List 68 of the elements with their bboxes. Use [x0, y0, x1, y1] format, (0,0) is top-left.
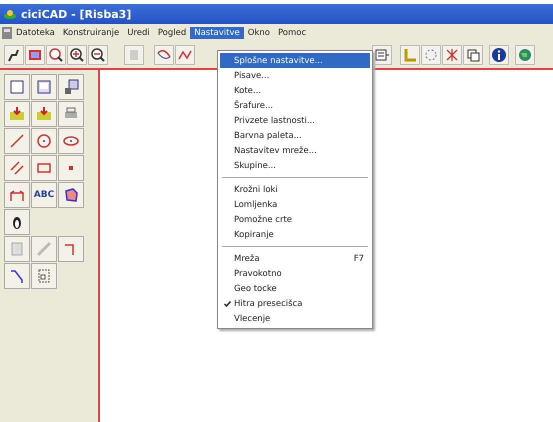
menu-option[interactable]: Mreža F7 — [220, 251, 370, 266]
globe-icon — [517, 47, 533, 63]
tool-button[interactable] — [4, 209, 30, 235]
hatched-polygon-icon — [63, 187, 79, 203]
text-tool-button[interactable]: ABC — [31, 182, 57, 208]
list-icon — [374, 47, 390, 63]
point-icon — [69, 166, 73, 170]
tool-button[interactable] — [4, 263, 30, 289]
zoom-icon — [48, 47, 64, 63]
page-setup-icon — [63, 79, 79, 95]
menu-item[interactable]: Nastavitve — [190, 27, 244, 39]
menu-item[interactable]: Pogled — [154, 27, 190, 39]
menu-option[interactable]: Splošne nastavitve... — [220, 53, 370, 68]
corner-icon — [402, 47, 418, 63]
toolbar-button[interactable] — [88, 45, 108, 65]
toolbar-button[interactable] — [372, 45, 392, 65]
menu-item[interactable]: Pomoc — [274, 27, 310, 39]
circle-icon — [36, 133, 52, 149]
tool-button[interactable] — [58, 74, 84, 100]
dashed-box-icon — [36, 268, 52, 284]
menu-option[interactable]: Kote... — [220, 83, 370, 98]
window-icon — [27, 47, 43, 63]
menu-option[interactable]: Hitra presecišca — [220, 296, 370, 311]
disabled-tool-icon — [36, 241, 52, 257]
tool-button[interactable] — [58, 182, 84, 208]
zoom-out-icon — [90, 47, 106, 63]
copy-icon — [465, 47, 481, 63]
menu-option[interactable]: Privzete lastnosti... — [220, 113, 370, 128]
info-icon — [491, 47, 507, 63]
open-folder-icon — [9, 106, 25, 122]
window-title: ciciCAD - [Risba3] — [0, 4, 553, 24]
menu-option[interactable]: Pomožne crte — [220, 212, 370, 227]
page-icon — [9, 79, 25, 95]
line-icon — [9, 133, 25, 149]
tool-button[interactable] — [31, 74, 57, 100]
menu-item[interactable]: Konstruiranje — [58, 27, 124, 39]
menu-option[interactable]: Skupine... — [220, 158, 370, 173]
document-icon[interactable] — [2, 27, 12, 39]
menu-option[interactable]: Pravokotno — [220, 266, 370, 281]
app-icon — [3, 8, 17, 20]
save-folder-icon — [36, 106, 52, 122]
menu-item[interactable]: Uredi — [123, 27, 154, 39]
parallel-lines-icon — [9, 160, 25, 176]
menu-option[interactable]: Lomljenka — [220, 197, 370, 212]
tool-button[interactable] — [4, 74, 30, 100]
menu-option[interactable]: Vlecenje — [220, 311, 370, 326]
toolbar-button[interactable] — [46, 45, 66, 65]
menu-option[interactable]: Geo tocke — [220, 281, 370, 296]
toolbar-button[interactable] — [489, 45, 509, 65]
menu-option[interactable]: Nastavitev mreže... — [220, 143, 370, 158]
page-icon — [36, 79, 52, 95]
toolbar-button[interactable] — [4, 45, 24, 65]
menu-item[interactable]: Datoteka — [12, 27, 59, 39]
toolbar-button[interactable] — [463, 45, 483, 65]
menu-option[interactable]: Kopiranje — [220, 227, 370, 242]
zoom-in-icon — [69, 47, 85, 63]
cross-icon — [444, 47, 460, 63]
bend-line-icon — [9, 268, 25, 284]
disabled-page-icon — [9, 241, 25, 257]
toolbar-button[interactable] — [154, 45, 174, 65]
menu-option[interactable]: Šrafure... — [220, 98, 370, 113]
circle-dotted-icon — [423, 47, 439, 63]
menu-option[interactable]: Pisave... — [220, 68, 370, 83]
menu-option[interactable]: Barvna paleta... — [220, 128, 370, 143]
menu-option[interactable]: Krožni loki — [220, 182, 370, 197]
toolbar-button[interactable] — [67, 45, 87, 65]
tool-button[interactable] — [31, 263, 57, 289]
menu-item[interactable]: Okno — [244, 27, 274, 39]
